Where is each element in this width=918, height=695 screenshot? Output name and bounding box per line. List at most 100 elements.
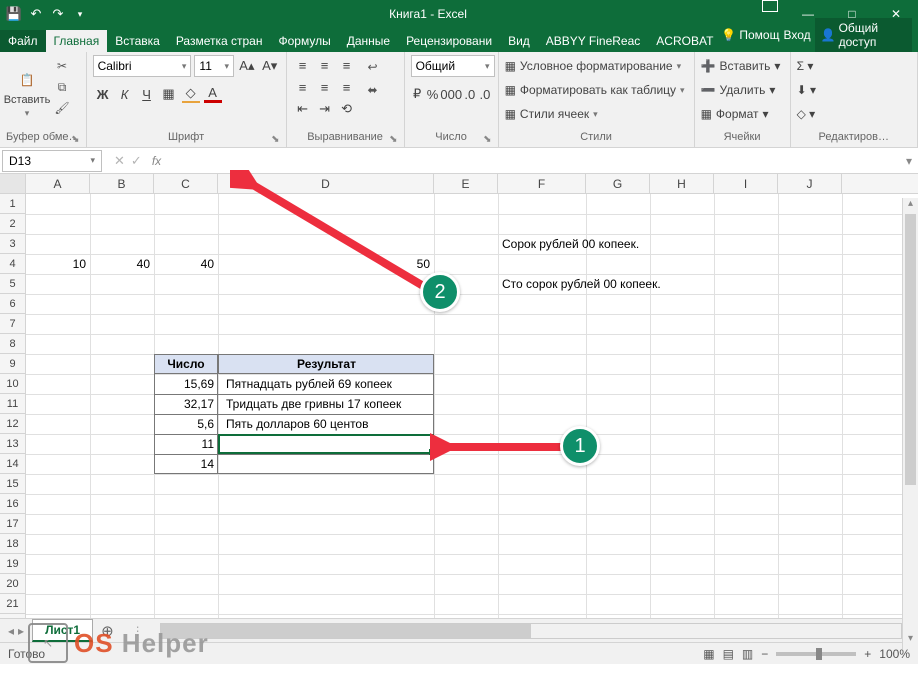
indent-inc-icon[interactable]: ⇥	[315, 99, 335, 119]
autosum-button[interactable]: Σ ▾	[797, 55, 911, 77]
row-20[interactable]: 20	[0, 574, 25, 594]
align-top-icon[interactable]: ≡	[293, 55, 313, 75]
border-button[interactable]: ▦	[159, 84, 179, 104]
col-I[interactable]: I	[714, 174, 778, 193]
align-left-icon[interactable]: ≡	[293, 77, 313, 97]
accept-formula-icon[interactable]: ✓	[131, 153, 142, 169]
comma-icon[interactable]: 000	[441, 84, 461, 104]
cell-D12[interactable]: Пять долларов 60 центов	[222, 414, 372, 434]
expand-fbar-icon[interactable]: ▾	[900, 154, 918, 168]
cancel-formula-icon[interactable]: ✕	[114, 153, 125, 169]
orientation-icon[interactable]: ⟲	[337, 99, 357, 119]
share-button[interactable]: 👤 Общий доступ	[815, 18, 912, 52]
cell-C12[interactable]: 5,6	[154, 414, 218, 434]
percent-icon[interactable]: %	[426, 84, 440, 104]
tab-abbyy[interactable]: ABBYY FineReac	[538, 30, 649, 52]
row-8[interactable]: 8	[0, 334, 25, 354]
row-1[interactable]: 1	[0, 194, 25, 214]
merge-icon[interactable]: ⬌	[361, 80, 385, 100]
insert-cells-button[interactable]: ➕ Вставить ▾	[701, 55, 784, 77]
cut-icon[interactable]: ✂	[52, 57, 72, 75]
tab-data[interactable]: Данные	[339, 30, 398, 52]
view-pagelayout-icon[interactable]: ▤	[723, 647, 734, 661]
row-17[interactable]: 17	[0, 514, 25, 534]
cell-A4[interactable]: 10	[26, 254, 90, 274]
font-color-button[interactable]: A	[203, 84, 223, 104]
format-cells-button[interactable]: ▦ Формат ▾	[701, 103, 784, 125]
inc-decimal-icon[interactable]: .0	[463, 84, 476, 104]
indent-dec-icon[interactable]: ⇤	[293, 99, 313, 119]
number-launcher-icon[interactable]: ⬊	[483, 134, 491, 145]
col-C[interactable]: C	[154, 174, 218, 193]
cell-styles-button[interactable]: ▦ Стили ячеек ▾	[505, 103, 688, 125]
horizontal-scrollbar[interactable]	[160, 623, 902, 639]
align-right-icon[interactable]: ≡	[337, 77, 357, 97]
undo-icon[interactable]: ↶	[28, 6, 44, 22]
grow-font-icon[interactable]: A▴	[237, 56, 257, 76]
row-10[interactable]: 10	[0, 374, 25, 394]
row-16[interactable]: 16	[0, 494, 25, 514]
cell-D10[interactable]: Пятнадцать рублей 69 копеек	[222, 374, 396, 394]
format-as-table-button[interactable]: ▦ Форматировать как таблицу ▾	[505, 79, 688, 101]
cell-C10[interactable]: 15,69	[154, 374, 218, 394]
cell-C11[interactable]: 32,17	[154, 394, 218, 414]
col-E[interactable]: E	[434, 174, 498, 193]
clipboard-launcher-icon[interactable]: ⬊	[71, 134, 79, 145]
col-J[interactable]: J	[778, 174, 842, 193]
redo-icon[interactable]: ↷	[50, 6, 66, 22]
sheet-nav-first-icon[interactable]: ◂	[8, 624, 14, 638]
cell-C13[interactable]: 11	[154, 434, 218, 454]
row-21[interactable]: 21	[0, 594, 25, 614]
align-bottom-icon[interactable]: ≡	[337, 55, 357, 75]
cell-C4[interactable]: 40	[154, 254, 218, 274]
col-H[interactable]: H	[650, 174, 714, 193]
font-launcher-icon[interactable]: ⬊	[271, 134, 279, 145]
tab-insert[interactable]: Вставка	[107, 30, 168, 52]
shrink-font-icon[interactable]: A▾	[260, 56, 280, 76]
name-box[interactable]: D13▾	[2, 150, 102, 172]
font-name-combo[interactable]: Calibri▾	[93, 55, 192, 77]
row-11[interactable]: 11	[0, 394, 25, 414]
select-all-corner[interactable]	[0, 174, 26, 193]
wrap-text-icon[interactable]: ↩	[361, 57, 385, 77]
bold-button[interactable]: Ж	[93, 84, 113, 104]
cells-area[interactable]: 10 40 40 50 Сорок рублей 00 копеек. Сто …	[26, 194, 918, 618]
currency-icon[interactable]: ₽	[411, 84, 424, 104]
tab-acrobat[interactable]: ACROBAT	[648, 30, 721, 52]
row-7[interactable]: 7	[0, 314, 25, 334]
zoom-out-icon[interactable]: −	[761, 647, 768, 661]
tell-me[interactable]: 💡 Помощ	[721, 28, 779, 42]
row-14[interactable]: 14	[0, 454, 25, 474]
formula-input[interactable]	[169, 150, 900, 172]
ribbon-options-icon[interactable]	[762, 0, 778, 12]
cell-D4[interactable]: 50	[218, 254, 434, 274]
col-G[interactable]: G	[586, 174, 650, 193]
row-2[interactable]: 2	[0, 214, 25, 234]
tab-review[interactable]: Рецензировани	[398, 30, 500, 52]
cell-C14[interactable]: 14	[154, 454, 218, 474]
vertical-scrollbar[interactable]: ▴▾	[902, 198, 918, 649]
view-pagebreak-icon[interactable]: ▥	[742, 647, 753, 661]
col-A[interactable]: A	[26, 174, 90, 193]
tab-file[interactable]: Файл	[0, 30, 46, 52]
italic-button[interactable]: К	[115, 84, 135, 104]
tab-formulas[interactable]: Формулы	[270, 30, 338, 52]
zoom-in-icon[interactable]: +	[864, 647, 871, 661]
delete-cells-button[interactable]: ➖ Удалить ▾	[701, 79, 784, 101]
tab-page-layout[interactable]: Разметка стран	[168, 30, 271, 52]
align-center-icon[interactable]: ≡	[315, 77, 335, 97]
row-12[interactable]: 12	[0, 414, 25, 434]
alignment-launcher-icon[interactable]: ⬊	[389, 134, 397, 145]
row-6[interactable]: 6	[0, 294, 25, 314]
dec-decimal-icon[interactable]: .0	[478, 84, 491, 104]
font-size-combo[interactable]: 11▾	[194, 55, 234, 77]
col-F[interactable]: F	[498, 174, 586, 193]
row-4[interactable]: 4	[0, 254, 25, 274]
row-18[interactable]: 18	[0, 534, 25, 554]
zoom-slider[interactable]	[776, 652, 856, 656]
underline-button[interactable]: Ч	[137, 84, 157, 104]
save-icon[interactable]: 💾	[6, 6, 22, 22]
row-5[interactable]: 5	[0, 274, 25, 294]
cell-D11[interactable]: Тридцать две гривны 17 копеек	[222, 394, 405, 414]
fill-color-button[interactable]: ◇	[181, 84, 201, 104]
